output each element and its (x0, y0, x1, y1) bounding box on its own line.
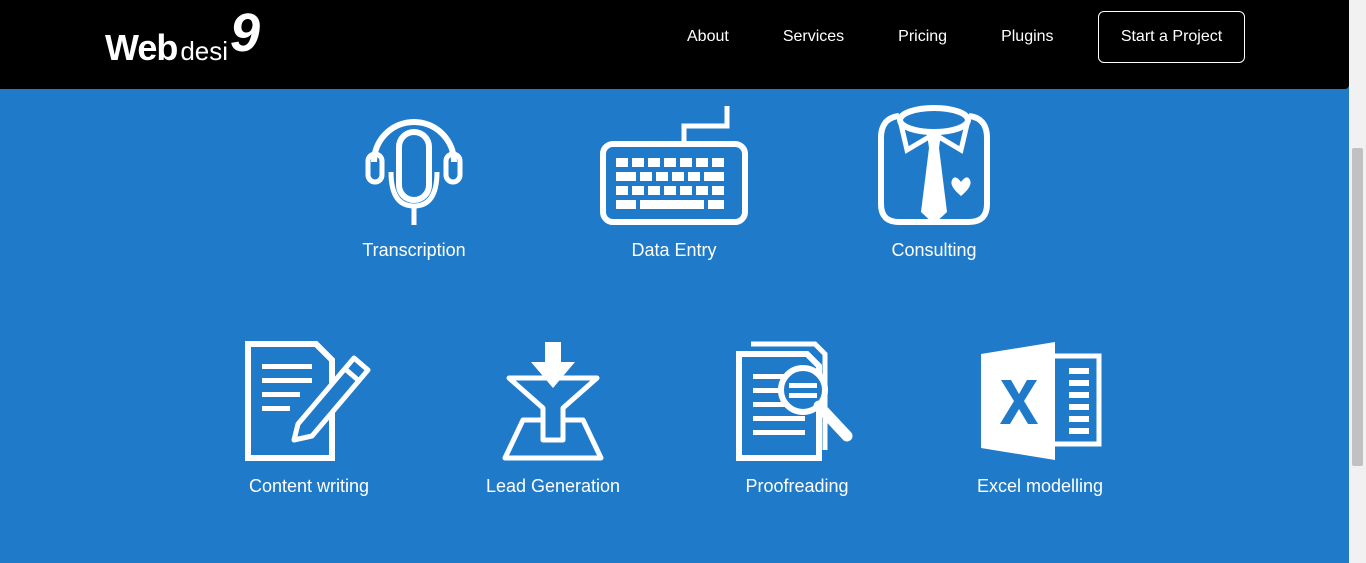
keyboard-icon (600, 106, 748, 225)
service-label: Transcription (362, 240, 466, 260)
service-lead-generation[interactable]: Lead Generation (453, 340, 653, 497)
logo-desi-text: desi (180, 36, 229, 66)
document-pencil-icon (245, 341, 371, 461)
service-content-writing[interactable]: Content writing (209, 340, 409, 497)
nav-link-pricing[interactable]: Pricing (871, 28, 974, 46)
nav-link-about[interactable]: About (660, 28, 756, 46)
service-label: Proofreading (745, 476, 849, 496)
service-label: Content writing (248, 476, 370, 496)
document-magnifier-icon (736, 341, 853, 461)
service-consulting[interactable]: Consulting (834, 104, 1034, 261)
vertical-scrollbar[interactable] (1349, 0, 1366, 563)
service-proofreading[interactable]: Proofreading (697, 340, 897, 497)
service-label: Lead Generation (485, 476, 621, 496)
shirt-tie-icon (878, 105, 990, 225)
brand-logo[interactable]: Web desi 9 (105, 3, 261, 68)
main-nav: About Services Pricing Plugins (660, 0, 1081, 74)
logo-nine-text: 9 (230, 3, 261, 63)
scrollbar-thumb[interactable] (1352, 148, 1363, 466)
start-project-button[interactable]: Start a Project (1098, 11, 1245, 63)
excel-icon (981, 342, 1102, 460)
service-label: Consulting (891, 240, 977, 260)
service-label: Excel modelling (976, 476, 1104, 496)
service-data-entry[interactable]: Data Entry (574, 104, 774, 261)
logo-web-text: Web (105, 27, 178, 68)
service-excel-modelling[interactable]: Excel modelling (940, 340, 1140, 497)
service-label: Data Entry (631, 240, 717, 260)
service-transcription[interactable]: Transcription (314, 104, 514, 261)
funnel-icon (502, 342, 604, 461)
nav-link-services[interactable]: Services (756, 28, 871, 46)
top-navbar: Web desi 9 About Services Pricing Plugin… (0, 0, 1349, 89)
nav-link-plugins[interactable]: Plugins (974, 28, 1080, 46)
headset-microphone-icon (365, 119, 463, 225)
